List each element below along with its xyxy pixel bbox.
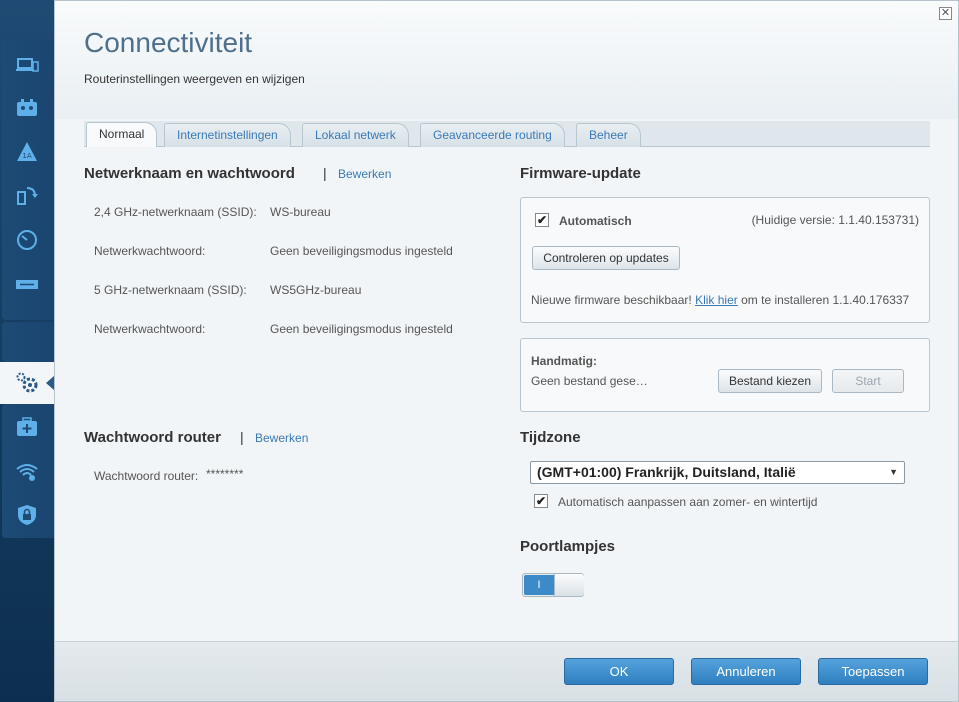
password-24-value: Geen beveiligingsmodus ingesteld <box>270 244 453 258</box>
port-lights-heading: Poortlampjes <box>520 538 616 555</box>
router-password-heading: Wachtwoord router <box>84 429 221 446</box>
check-updates-button[interactable]: Controleren op updates <box>532 246 680 270</box>
speed-check-icon[interactable] <box>14 227 40 253</box>
tab-lokaal-netwerk[interactable]: Lokaal netwerk <box>302 123 409 147</box>
parental-control-icon[interactable] <box>14 95 40 121</box>
firmware-start-button[interactable]: Start <box>832 369 904 393</box>
timezone-select[interactable]: (GMT+01:00) Frankrijk, Duitsland, Italië… <box>530 461 905 484</box>
close-button[interactable]: ✕ <box>939 7 952 20</box>
firmware-auto-label: Automatisch <box>559 214 632 228</box>
troubleshooting-icon[interactable] <box>14 414 40 440</box>
ssid-5-value: WS5GHz-bureau <box>270 283 362 297</box>
connectivity-icon <box>14 370 40 396</box>
network-section-heading: Netwerknaam en wachtwoord <box>84 165 295 182</box>
router-password-value: ******** <box>206 467 244 481</box>
tab-internetinstellingen[interactable]: Internetinstellingen <box>164 123 291 147</box>
sidebar: 1A <box>0 0 54 702</box>
tab-normaal[interactable]: Normaal <box>86 122 158 147</box>
firmware-heading: Firmware-update <box>520 165 641 182</box>
timezone-heading: Tijdzone <box>520 429 581 446</box>
ssid-5-label: 5 GHz-netwerknaam (SSID): <box>94 283 247 297</box>
page-subtitle: Routerinstellingen weergeven en wijzigen <box>84 72 305 86</box>
chevron-down-icon: ▼ <box>889 467 898 477</box>
tab-beheer[interactable]: Beheer <box>576 123 641 147</box>
speed-test-icon[interactable]: 1A <box>14 139 40 165</box>
router-password-label: Wachtwoord router: <box>94 469 199 483</box>
password-24-label: Netwerkwachtwoord: <box>94 244 206 258</box>
ok-button[interactable]: OK <box>564 658 674 685</box>
password-5-label: Netwerkwachtwoord: <box>94 322 206 336</box>
network-edit-link[interactable]: Bewerken <box>338 167 391 181</box>
port-lights-toggle-knob <box>554 574 584 596</box>
password-5-value: Geen beveiligingsmodus ingesteld <box>270 322 453 336</box>
footer: OK Annuleren Toepassen <box>55 641 958 701</box>
firmware-new-text: Nieuwe firmware beschikbaar! <box>531 293 692 307</box>
firmware-manual-label: Handmatig: <box>531 354 597 368</box>
router-password-separator: | <box>240 429 244 445</box>
apply-button[interactable]: Toepassen <box>818 658 928 685</box>
media-prioritization-icon[interactable] <box>14 183 40 209</box>
svg-text:1A: 1A <box>22 152 31 160</box>
cancel-button[interactable]: Annuleren <box>691 658 801 685</box>
header: Connectiviteit Routerinstellingen weerge… <box>55 1 958 119</box>
ssid-24-label: 2,4 GHz-netwerknaam (SSID): <box>94 205 257 219</box>
firmware-no-file: Geen bestand gese… <box>531 374 648 388</box>
wireless-icon[interactable] <box>14 458 40 484</box>
main-panel: Connectiviteit Routerinstellingen weerge… <box>54 0 959 702</box>
page-title: Connectiviteit <box>84 27 253 58</box>
timezone-selected-value: (GMT+01:00) Frankrijk, Duitsland, Italië <box>537 464 796 480</box>
tab-bar: Normaal Internetinstellingen Lokaal netw… <box>84 121 930 147</box>
router-password-edit-link[interactable]: Bewerken <box>255 431 308 445</box>
active-indicator-arrow <box>46 376 54 390</box>
firmware-auto-box: ✔ Automatisch (Huidige versie: 1.1.40.15… <box>520 197 930 323</box>
ssid-24-value: WS-bureau <box>270 205 331 219</box>
tab-geavanceerde-routing[interactable]: Geavanceerde routing <box>420 123 565 147</box>
device-list-icon[interactable] <box>14 52 40 78</box>
firmware-current-version: (Huidige versie: 1.1.40.153731) <box>751 213 919 227</box>
firmware-manual-box: Handmatig: Geen bestand gese… Bestand ki… <box>520 338 930 412</box>
network-heading-separator: | <box>323 165 327 181</box>
firmware-new-version-text: om te installeren 1.1.40.176337 <box>741 293 910 307</box>
dst-checkbox[interactable]: ✔ <box>534 494 548 508</box>
firmware-auto-checkbox[interactable]: ✔ <box>535 213 549 227</box>
firmware-new-notice: Nieuwe firmware beschikbaar! Klik hier o… <box>531 293 909 307</box>
dst-label: Automatisch aanpassen aan zomer- en wint… <box>558 495 818 509</box>
port-lights-toggle[interactable]: I <box>522 573 584 597</box>
usb-storage-icon[interactable] <box>14 271 40 297</box>
sidebar-group-mid <box>2 322 54 362</box>
port-lights-toggle-on: I <box>524 575 554 595</box>
choose-file-button[interactable]: Bestand kiezen <box>718 369 822 393</box>
firmware-install-link[interactable]: Klik hier <box>695 293 738 307</box>
security-icon[interactable] <box>14 502 40 528</box>
